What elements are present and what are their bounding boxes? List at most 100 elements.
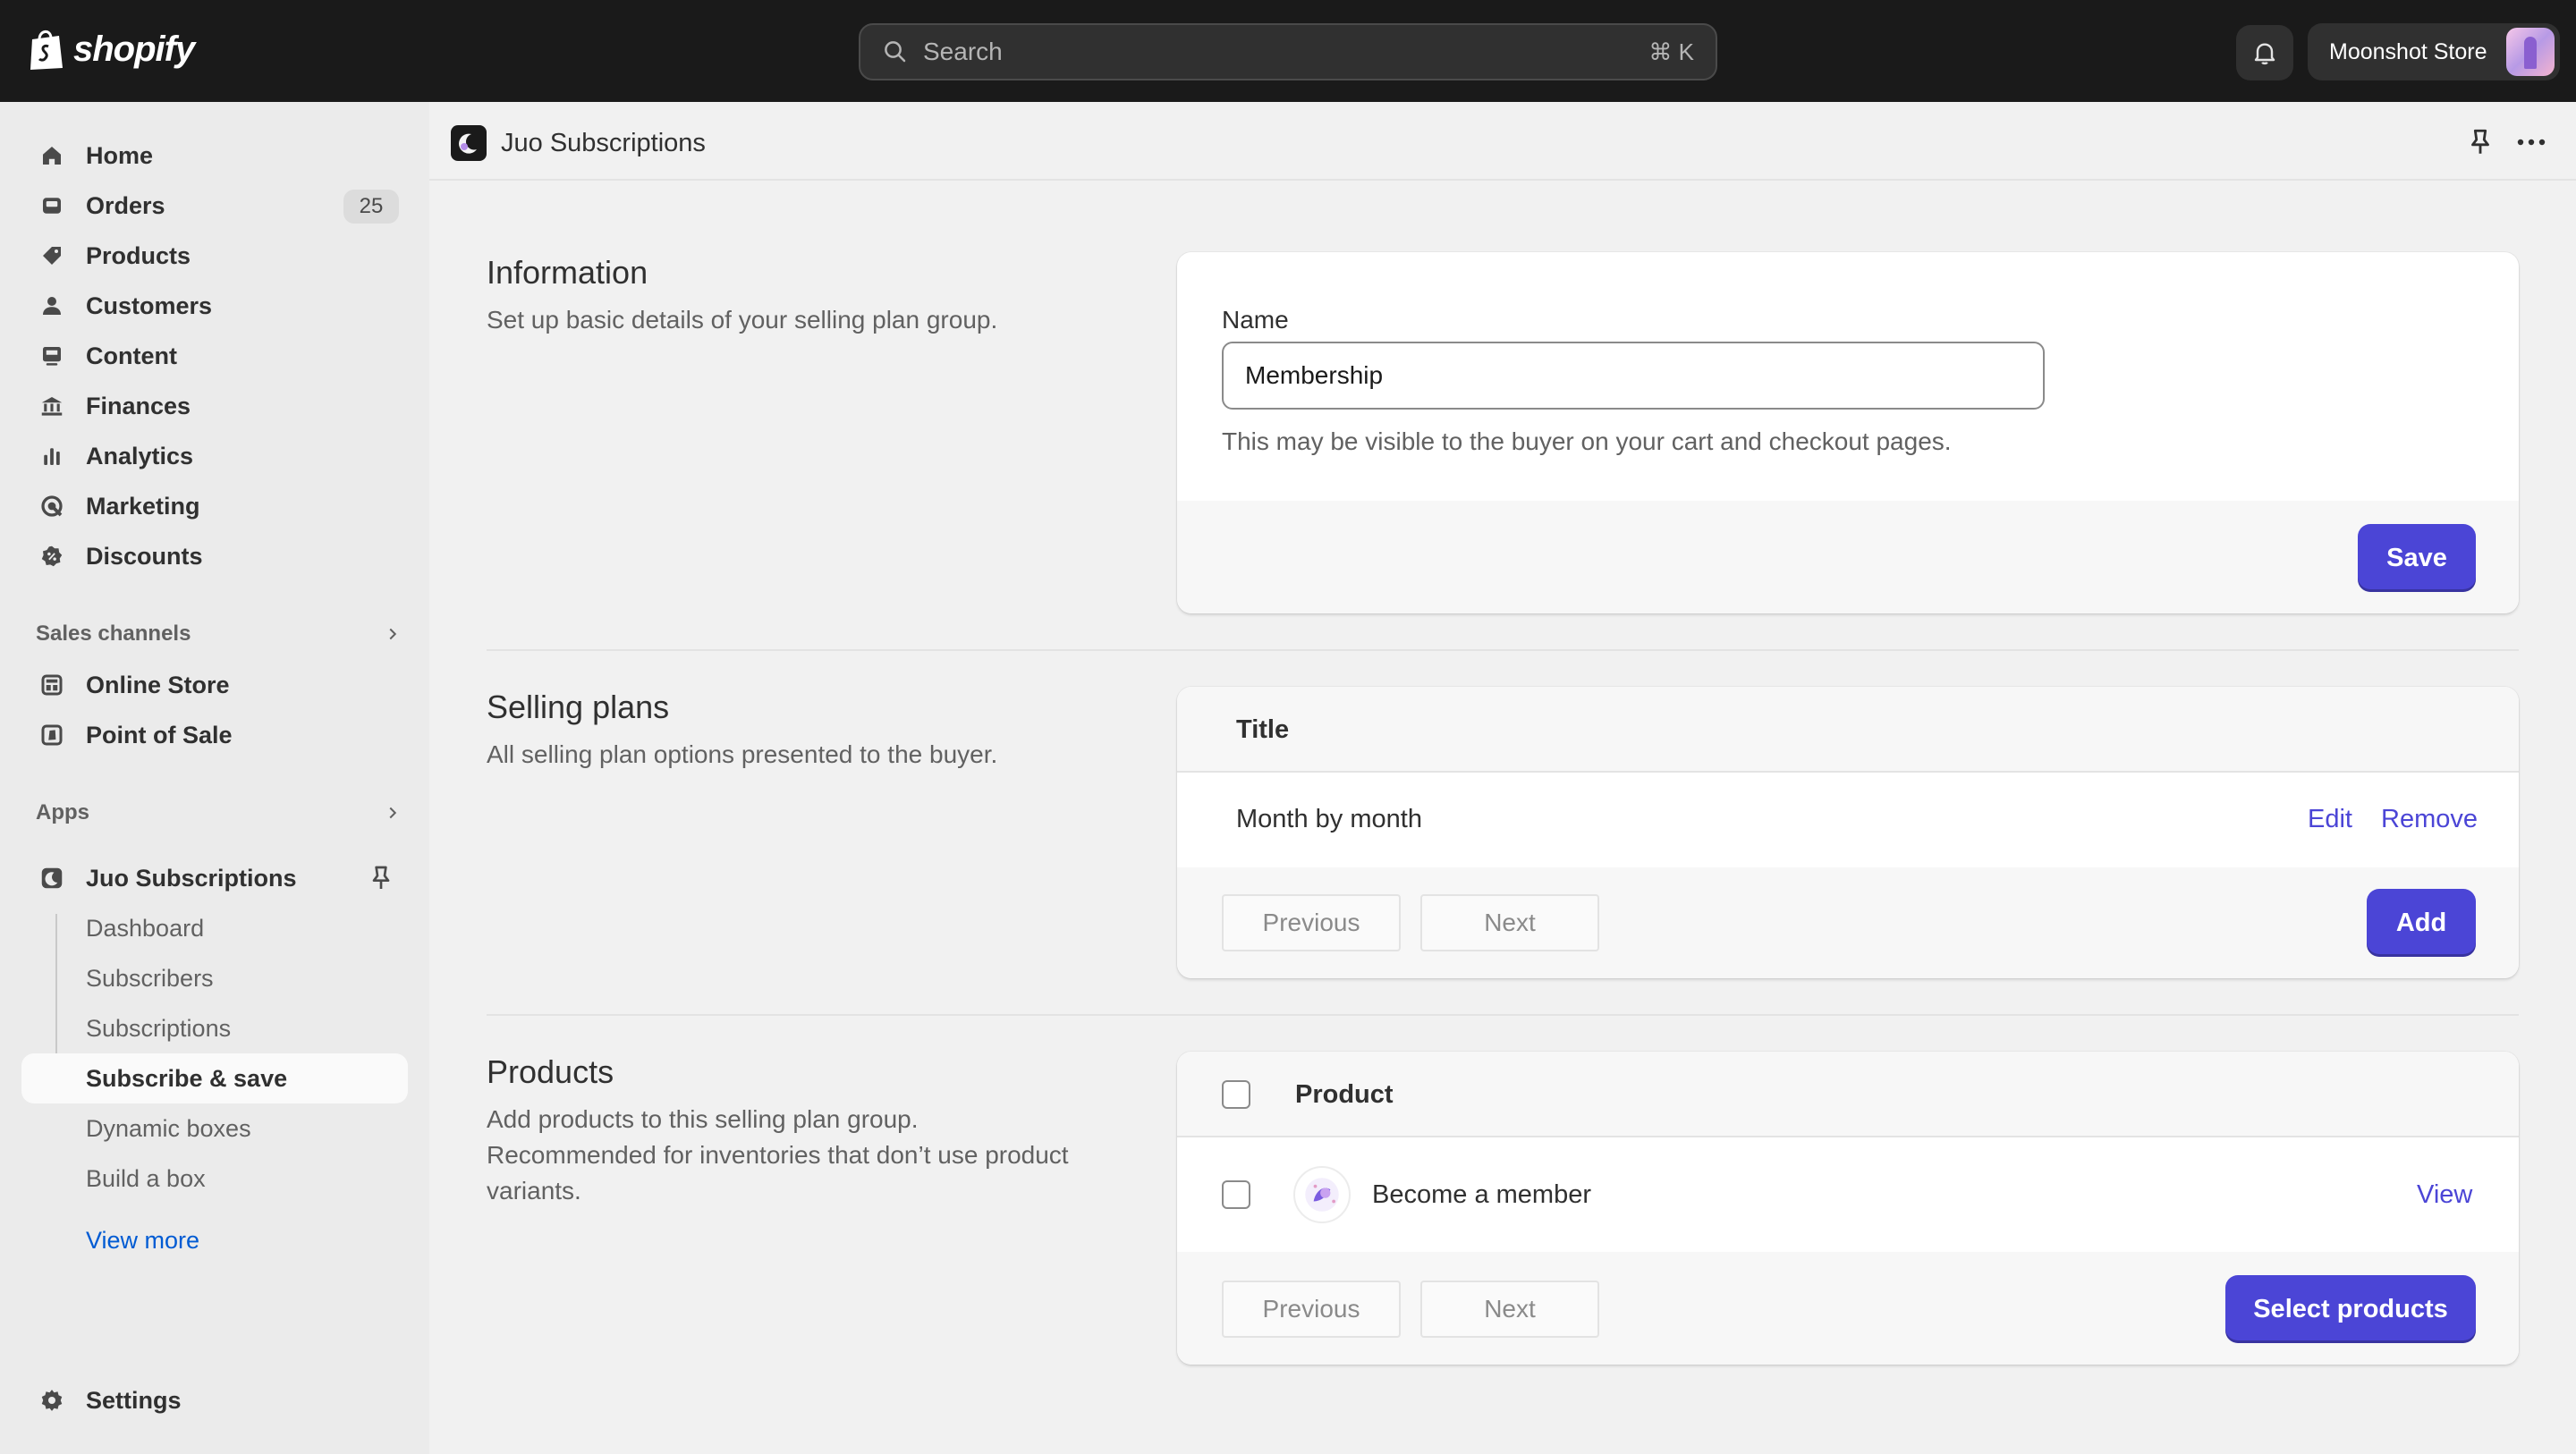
- next-button[interactable]: Next: [1420, 894, 1599, 951]
- content-icon: [38, 342, 66, 370]
- nav-finances[interactable]: Finances: [21, 381, 408, 431]
- nav-subscribe-and-save[interactable]: Subscribe & save: [21, 1053, 408, 1103]
- nav-discounts[interactable]: Discounts: [21, 531, 408, 581]
- search-bar[interactable]: Search ⌘ K: [859, 23, 1717, 80]
- product-thumbnail: [1293, 1166, 1351, 1223]
- nav-subscriptions[interactable]: Subscriptions: [21, 1003, 408, 1053]
- pos-icon: [38, 721, 66, 749]
- pin-icon[interactable]: [2465, 127, 2496, 157]
- nav-products[interactable]: Products: [21, 231, 408, 281]
- plan-title: Month by month: [1236, 805, 1422, 833]
- nav-online-store[interactable]: Online Store: [21, 660, 408, 710]
- save-button[interactable]: Save: [2358, 524, 2476, 592]
- nav-marketing[interactable]: Marketing: [21, 481, 408, 531]
- column-title: Title: [1236, 715, 1290, 744]
- sub-nav-label: Build a box: [86, 1164, 206, 1192]
- bell-icon: [2254, 43, 2275, 65]
- app-header: [429, 102, 2576, 181]
- store-name: Moonshot Store: [2329, 38, 2487, 64]
- sub-nav-label: Subscriptions: [86, 1014, 232, 1042]
- discount-icon: [38, 542, 66, 571]
- apps-header[interactable]: Apps: [36, 795, 402, 831]
- nav-dynamic-boxes[interactable]: Dynamic boxes: [21, 1103, 408, 1154]
- name-help-text: This may be visible to the buyer on your…: [1222, 427, 1952, 455]
- information-title: Information: [487, 254, 648, 291]
- nav-label: Finances: [86, 392, 191, 419]
- selling-plans-title: Selling plans: [487, 689, 670, 725]
- nav-label: Analytics: [86, 442, 194, 469]
- nav-build-a-box[interactable]: Build a box: [21, 1154, 408, 1204]
- products-title: Products: [487, 1053, 614, 1090]
- next-button[interactable]: Next: [1420, 1281, 1599, 1338]
- nav-analytics[interactable]: Analytics: [21, 431, 408, 481]
- add-plan-button[interactable]: Add: [2367, 889, 2476, 957]
- nav-subscribers[interactable]: Subscribers: [21, 953, 408, 1003]
- nav-label: Orders: [86, 191, 165, 219]
- store-menu-button[interactable]: Moonshot Store: [2308, 23, 2560, 80]
- name-input[interactable]: [1222, 342, 2045, 410]
- selling-plans-card: Title Month by month Edit Remove Previou…: [1177, 687, 2519, 978]
- chevron-right-icon: [389, 628, 397, 640]
- row-checkbox[interactable]: [1222, 1180, 1250, 1209]
- pin-icon[interactable]: [367, 864, 395, 892]
- nav-label: Juo Subscriptions: [86, 864, 297, 892]
- nav-label: Point of Sale: [86, 721, 233, 748]
- selling-plans-description: All selling plan options presented to th…: [487, 740, 998, 768]
- juo-app-icon: [451, 125, 487, 161]
- sales-channels-header[interactable]: Sales channels: [36, 616, 402, 652]
- sub-nav-label: Dynamic boxes: [86, 1114, 251, 1142]
- information-card: Name This may be visible to the buyer on…: [1177, 252, 2519, 613]
- section-divider: [487, 649, 2519, 651]
- nav-customers[interactable]: Customers: [21, 281, 408, 331]
- table-row: Month by month Edit Remove: [1177, 773, 2519, 867]
- sub-nav-label: Subscribe & save: [86, 1064, 288, 1092]
- chevron-right-icon: [389, 807, 397, 819]
- products-description: Add products to this selling plan group.…: [487, 1102, 1131, 1209]
- nav-point-of-sale[interactable]: Point of Sale: [21, 710, 408, 760]
- sub-nav-label: Dashboard: [86, 914, 205, 942]
- pagination-footer: Previous Next Select products: [1177, 1252, 2519, 1365]
- view-product-link[interactable]: View: [2417, 1180, 2472, 1210]
- gear-icon: [38, 1386, 66, 1415]
- table-row: Become a member View: [1177, 1137, 2519, 1252]
- remove-plan-link[interactable]: Remove: [2381, 805, 2478, 834]
- nav-label: Discounts: [86, 542, 203, 570]
- name-field-label: Name: [1222, 306, 1289, 334]
- target-icon: [38, 492, 66, 520]
- home-icon: [38, 141, 66, 170]
- nav-juo-subscriptions[interactable]: Juo Subscriptions: [21, 853, 408, 903]
- nav-label: Home: [86, 141, 154, 169]
- edit-plan-link[interactable]: Edit: [2308, 805, 2352, 834]
- pagination-footer: Previous Next Add: [1177, 867, 2519, 978]
- person-icon: [38, 292, 66, 320]
- previous-button[interactable]: Previous: [1222, 1281, 1401, 1338]
- nav-label: Marketing: [86, 492, 200, 520]
- nav-settings[interactable]: Settings: [21, 1375, 408, 1425]
- select-all-checkbox[interactable]: [1222, 1080, 1250, 1109]
- view-more-link[interactable]: View more: [86, 1227, 199, 1255]
- information-description: Set up basic details of your selling pla…: [487, 306, 998, 334]
- previous-button[interactable]: Previous: [1222, 894, 1401, 951]
- search-placeholder: Search: [923, 38, 1003, 65]
- products-description-line1: Add products to this selling plan group.: [487, 1105, 919, 1133]
- products-description-line2: Recommended for inventories that don’t u…: [487, 1141, 1069, 1205]
- notifications-button[interactable]: [2236, 25, 2293, 80]
- page-title: Juo Subscriptions: [501, 129, 706, 157]
- select-products-button[interactable]: Select products: [2225, 1275, 2476, 1343]
- shopify-logo[interactable]: shopify: [27, 27, 195, 72]
- more-options-icon[interactable]: [2513, 127, 2549, 157]
- table-header: Title: [1177, 687, 2519, 773]
- nav-content[interactable]: Content: [21, 331, 408, 381]
- bank-icon: [38, 392, 66, 420]
- nav-dashboard[interactable]: Dashboard: [21, 903, 408, 953]
- nav-home[interactable]: Home: [21, 131, 408, 181]
- store-icon: [38, 671, 66, 699]
- juo-app-icon: [38, 864, 66, 892]
- search-shortcut: ⌘ K: [1648, 38, 1694, 65]
- orders-count-badge: 25: [343, 190, 399, 224]
- nav-label: Content: [86, 342, 177, 369]
- nav-orders[interactable]: Orders 25: [21, 181, 408, 231]
- tag-icon: [38, 241, 66, 270]
- top-bar: shopify Search ⌘ K Moonshot Store: [0, 0, 2576, 102]
- nav-label: Settings: [86, 1386, 182, 1414]
